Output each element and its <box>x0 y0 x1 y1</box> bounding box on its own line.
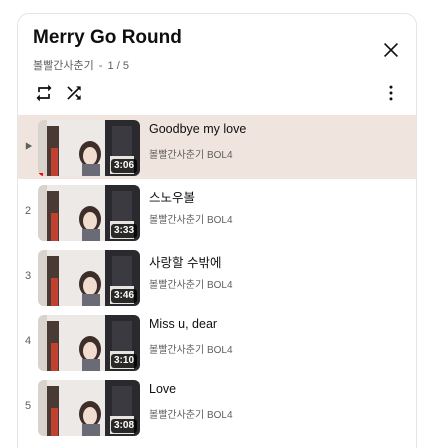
shuffle-button[interactable] <box>61 80 87 106</box>
playlist-item[interactable]: 3:06 Goodbye my love 볼빨간사춘기 BOL4 <box>18 115 416 179</box>
playlist-panel: Merry Go Round 볼빨간사춘기 - 1 / 5 3:06 Goodb… <box>17 13 417 448</box>
video-title[interactable]: Goodbye my love <box>149 122 246 136</box>
more-options-button[interactable] <box>378 80 404 106</box>
playlist-item[interactable]: 3 3:46 사랑할 수밖에 볼빨간사춘기 BOL4 <box>18 245 416 309</box>
playlist-title[interactable]: Merry Go Round <box>33 27 182 49</box>
close-icon <box>383 42 399 58</box>
video-thumbnail[interactable]: 3:33 <box>38 185 140 241</box>
playlist-item[interactable]: 4 3:10 Miss u, dear 볼빨간사춘기 BOL4 <box>18 310 416 374</box>
video-title[interactable]: 스노우볼 <box>149 187 195 206</box>
playlist-header: Merry Go Round 볼빨간사춘기 - 1 / 5 <box>18 14 416 115</box>
more-vert-icon <box>389 85 393 101</box>
item-index: 2 <box>24 205 32 217</box>
subtitle-separator: - <box>98 60 103 72</box>
video-duration: 3:33 <box>110 224 137 238</box>
video-thumbnail[interactable]: 3:10 <box>38 315 140 371</box>
video-channel[interactable]: 볼빨간사춘기 BOL4 <box>149 211 233 226</box>
playlist-item[interactable]: 5 3:08 Love 볼빨간사춘기 BOL4 <box>18 375 416 439</box>
playlist-position: 1 / 5 <box>107 60 129 72</box>
item-index: 5 <box>24 400 32 412</box>
video-channel[interactable]: 볼빨간사춘기 BOL4 <box>149 406 233 421</box>
item-index: 3 <box>24 270 32 282</box>
video-duration: 3:06 <box>110 159 137 173</box>
video-title[interactable]: Love <box>149 382 176 396</box>
loop-icon <box>36 84 52 102</box>
video-thumbnail[interactable]: 3:46 <box>38 250 140 306</box>
playlist-item[interactable]: 2 3:33 스노우볼 볼빨간사춘기 BOL4 <box>18 180 416 244</box>
playlist-items: 3:06 Goodbye my love 볼빨간사춘기 BOL4 2 3:33 … <box>18 115 416 440</box>
video-channel[interactable]: 볼빨간사춘기 BOL4 <box>149 341 233 356</box>
playlist-subtitle: 볼빨간사춘기 - 1 / 5 <box>33 57 129 73</box>
loop-button[interactable] <box>31 80 57 106</box>
video-duration: 3:10 <box>110 354 137 368</box>
video-duration: 3:08 <box>110 419 137 433</box>
playlist-channel[interactable]: 볼빨간사춘기 <box>33 60 94 72</box>
video-thumbnail[interactable]: 3:06 <box>38 120 140 176</box>
now-playing-indicator <box>20 140 36 154</box>
video-title[interactable]: 사랑할 수밖에 <box>149 252 221 271</box>
video-channel[interactable]: 볼빨간사춘기 BOL4 <box>149 146 233 161</box>
shuffle-icon <box>67 86 81 100</box>
video-channel[interactable]: 볼빨간사춘기 BOL4 <box>149 276 233 291</box>
play-arrow-icon <box>25 142 32 150</box>
video-thumbnail[interactable]: 3:08 <box>38 380 140 436</box>
close-button[interactable] <box>377 36 405 64</box>
item-index: 4 <box>24 335 32 347</box>
video-duration: 3:46 <box>110 289 137 303</box>
watch-progress-bar <box>38 173 44 176</box>
video-title[interactable]: Miss u, dear <box>149 317 217 331</box>
